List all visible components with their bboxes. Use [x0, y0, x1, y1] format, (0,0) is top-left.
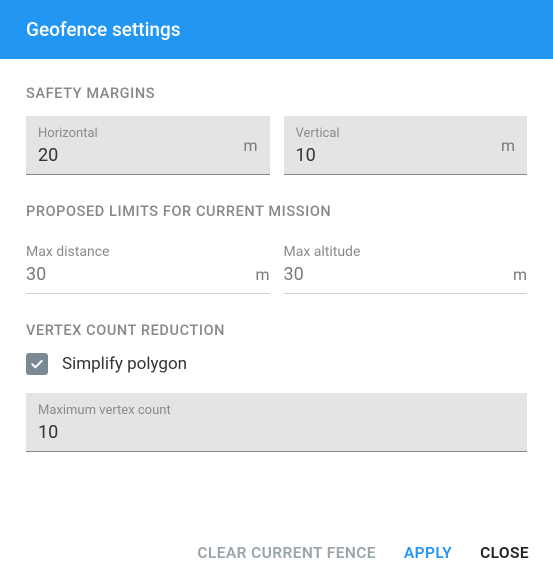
apply-button[interactable]: APPLY [404, 544, 452, 562]
section-heading-safety: SAFETY MARGINS [26, 85, 527, 102]
vertical-margin-unit: m [501, 136, 515, 155]
dialog-title: Geofence settings [26, 18, 181, 41]
max-altitude-field[interactable]: Max altitude m [284, 234, 528, 294]
vertical-margin-field[interactable]: Vertical m [284, 116, 528, 175]
horizontal-margin-field[interactable]: Horizontal m [26, 116, 270, 175]
max-distance-input[interactable] [26, 264, 249, 285]
proposed-limits-row: Max distance m Max altitude m [26, 234, 527, 294]
geofence-settings-dialog: Geofence settings SAFETY MARGINS Horizon… [0, 0, 553, 578]
section-heading-proposed: PROPOSED LIMITS FOR CURRENT MISSION [26, 203, 527, 220]
simplify-polygon-row: Simplify polygon [26, 353, 527, 375]
max-vertex-count-input[interactable] [38, 422, 515, 443]
max-altitude-label: Max altitude [284, 244, 528, 260]
dialog-button-bar: CLEAR CURRENT FENCE APPLY CLOSE [0, 530, 553, 578]
max-altitude-unit: m [513, 265, 527, 284]
max-distance-unit: m [255, 265, 269, 284]
simplify-polygon-checkbox[interactable] [26, 353, 48, 375]
section-heading-vertex: VERTEX COUNT REDUCTION [26, 322, 527, 339]
check-icon [29, 356, 45, 372]
max-vertex-count-field[interactable]: Maximum vertex count [26, 393, 527, 452]
simplify-polygon-label: Simplify polygon [62, 354, 187, 374]
max-vertex-count-label: Maximum vertex count [38, 403, 515, 418]
dialog-titlebar: Geofence settings [0, 0, 553, 59]
clear-current-fence-button[interactable]: CLEAR CURRENT FENCE [197, 544, 376, 562]
horizontal-margin-label: Horizontal [38, 126, 258, 141]
dialog-content: SAFETY MARGINS Horizontal m Vertical m P… [0, 59, 553, 530]
horizontal-margin-unit: m [243, 136, 257, 155]
max-altitude-input[interactable] [284, 264, 507, 285]
close-button[interactable]: CLOSE [480, 544, 529, 562]
vertical-margin-label: Vertical [296, 126, 516, 141]
max-distance-field[interactable]: Max distance m [26, 234, 270, 294]
safety-margins-row: Horizontal m Vertical m [26, 116, 527, 175]
max-distance-label: Max distance [26, 244, 270, 260]
horizontal-margin-input[interactable] [38, 145, 237, 166]
vertical-margin-input[interactable] [296, 145, 495, 166]
